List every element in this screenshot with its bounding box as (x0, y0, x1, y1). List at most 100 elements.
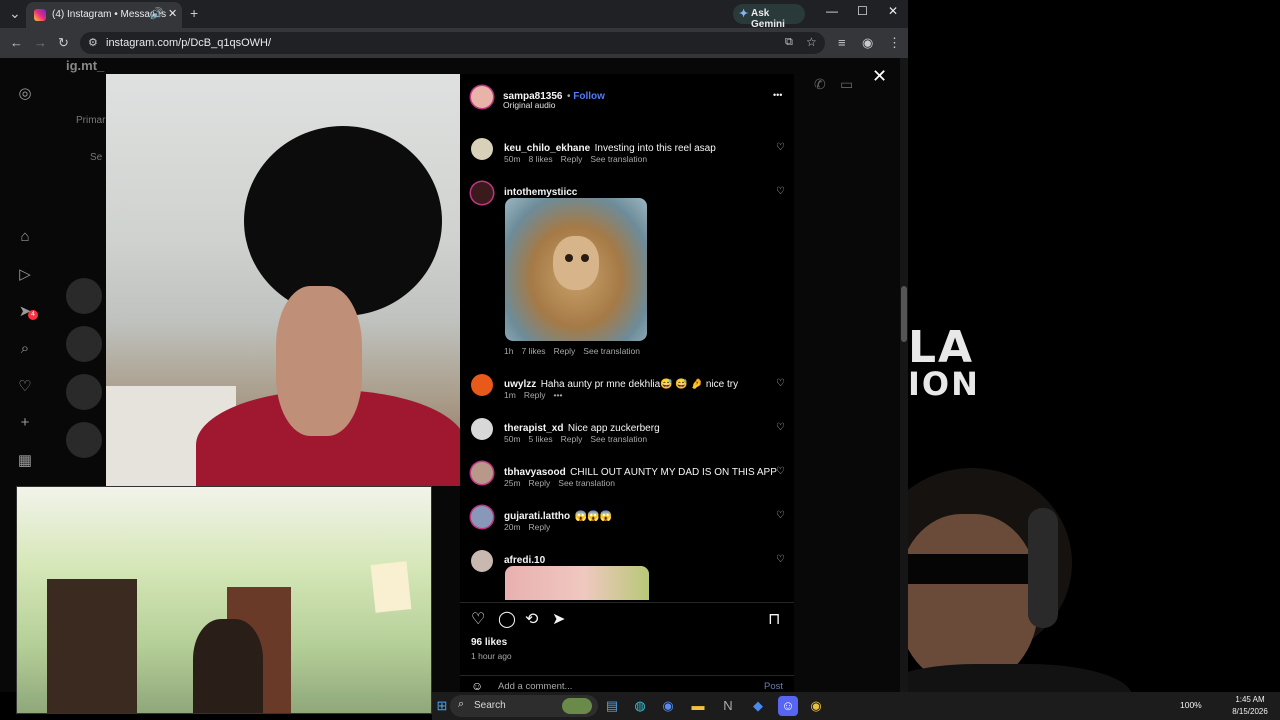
author-avatar[interactable] (471, 86, 493, 108)
ig-username[interactable]: ig.mt_ (66, 58, 104, 73)
dashboard-icon[interactable]: ▦ (15, 451, 35, 469)
instagram-logo-icon[interactable]: ◎ (15, 84, 35, 102)
chrome-icon[interactable]: ◉ (806, 696, 826, 716)
comment-likes[interactable]: 8 likes (529, 154, 553, 164)
add-comment-input[interactable]: Add a comment... (498, 681, 572, 692)
app-icon[interactable]: ◆ (748, 696, 768, 716)
taskbar-search[interactable]: ⌕ Search (450, 695, 598, 717)
comment-bubble-icon[interactable]: ◯ (498, 609, 516, 629)
forward-icon[interactable]: → (34, 35, 47, 50)
modal-close-icon[interactable]: ✕ (872, 66, 887, 87)
minimize-icon[interactable]: — (826, 4, 838, 18)
avatar[interactable] (66, 326, 102, 362)
notion-icon[interactable]: N (718, 696, 738, 716)
see-translation-button[interactable]: See translation (558, 478, 615, 488)
commenter-avatar[interactable] (471, 418, 493, 440)
share-send-icon[interactable]: ➤ (552, 609, 565, 629)
commenter-avatar[interactable] (471, 506, 493, 528)
home-icon[interactable]: ⌂ (15, 228, 35, 245)
tab-audio-icon[interactable]: 🔊 (150, 7, 164, 20)
reply-button[interactable]: Reply (529, 478, 551, 488)
reels-icon[interactable]: ▷ (15, 265, 35, 283)
start-windows-icon[interactable]: ⊞ (432, 696, 452, 716)
comment-like-icon[interactable]: ♡ (776, 422, 785, 433)
url-text[interactable]: instagram.com/p/DcB_q1qsOWH/ (106, 37, 271, 49)
comment-likes[interactable]: 5 likes (529, 434, 553, 444)
comment-username[interactable]: gujarati.lattho (504, 511, 570, 522)
edge-icon[interactable]: ◍ (630, 696, 650, 716)
comment-username[interactable]: keu_chilo_ekhane (504, 143, 590, 154)
scrollbar-thumb[interactable] (901, 286, 907, 342)
like-heart-icon[interactable]: ♡ (471, 609, 485, 629)
battery-level[interactable]: 100% (1180, 700, 1202, 710)
media-control-icon[interactable]: ≡ (838, 35, 846, 50)
comment-like-icon[interactable]: ♡ (776, 186, 785, 197)
comment-options-icon[interactable]: ••• (554, 390, 563, 400)
reply-button[interactable]: Reply (554, 346, 576, 356)
reply-button[interactable]: Reply (524, 390, 546, 400)
emoji-icon[interactable]: ☺ (471, 679, 483, 692)
profile-icon[interactable]: ◉ (862, 35, 873, 51)
comment-like-icon[interactable]: ♡ (776, 554, 785, 565)
commenter-avatar[interactable] (471, 550, 493, 572)
avatar[interactable] (66, 422, 102, 458)
comment-username[interactable]: therapist_xd (504, 423, 563, 434)
discord-icon[interactable]: ☺ (778, 696, 798, 716)
address-bar[interactable]: ⚙ instagram.com/p/DcB_q1qsOWH/ ⧉ ☆ (80, 32, 825, 54)
comment-gif-image[interactable] (505, 566, 649, 600)
monkey-gif-image[interactable] (505, 198, 647, 341)
menu-dots-icon[interactable]: ⋮ (888, 35, 901, 51)
app-icon[interactable]: ◉ (658, 696, 678, 716)
comment-like-icon[interactable]: ♡ (776, 466, 785, 477)
search-icon[interactable]: ⌕ (15, 340, 35, 357)
commenter-avatar[interactable] (471, 374, 493, 396)
tab-instagram[interactable]: (4) Instagram • Messages 🔊 ✕ (26, 2, 182, 28)
new-tab-button[interactable]: + (190, 5, 198, 21)
maximize-icon[interactable]: ☐ (857, 4, 868, 18)
tab-close-icon[interactable]: ✕ (168, 7, 177, 20)
install-app-icon[interactable]: ⧉ (785, 36, 793, 49)
more-options-icon[interactable]: ••• (773, 90, 782, 100)
commenter-avatar[interactable] (471, 462, 493, 484)
reply-button[interactable]: Reply (561, 154, 583, 164)
reply-button[interactable]: Reply (561, 434, 583, 444)
repost-icon[interactable]: ⟲ (525, 609, 538, 629)
likes-count[interactable]: 96 likes (471, 637, 507, 648)
avatar[interactable] (66, 278, 102, 314)
follow-button[interactable]: Follow (573, 91, 605, 102)
file-explorer-icon[interactable]: ▬ (688, 696, 708, 716)
comment-likes[interactable]: 7 likes (521, 346, 545, 356)
see-translation-button[interactable]: See translation (583, 346, 640, 356)
reply-button[interactable]: Reply (529, 522, 551, 532)
system-clock[interactable]: 1:45 AM 8/15/2026 (1222, 694, 1278, 718)
page-scrollbar[interactable] (900, 58, 908, 692)
post-comment-button[interactable]: Post (764, 681, 783, 692)
back-icon[interactable]: ← (10, 35, 23, 50)
search-input[interactable]: Se (90, 152, 102, 163)
see-translation-button[interactable]: See translation (590, 154, 647, 164)
comment-username[interactable]: tbhavyasood (504, 467, 566, 478)
reload-icon[interactable]: ↻ (58, 35, 69, 51)
comment-username[interactable]: intothemystiicc (504, 187, 577, 198)
comment-username[interactable]: uwylzz (504, 379, 536, 390)
see-translation-button[interactable]: See translation (590, 434, 647, 444)
reel-video[interactable] (106, 74, 460, 486)
audio-label[interactable]: Original audio (503, 100, 555, 110)
tab-search-icon[interactable]: ⌄ (9, 5, 21, 22)
notifications-heart-icon[interactable]: ♡ (15, 377, 35, 395)
store-icon[interactable]: ▤ (602, 696, 622, 716)
save-bookmark-icon[interactable]: ⊓ (768, 609, 780, 629)
create-plus-icon[interactable]: + (15, 414, 35, 431)
comment-like-icon[interactable]: ♡ (776, 378, 785, 389)
video-call-icon[interactable]: ▭ (840, 76, 853, 93)
tab-primary[interactable]: Primar (76, 115, 105, 126)
site-info-icon[interactable]: ⚙ (88, 36, 98, 49)
bookmark-star-icon[interactable]: ☆ (806, 35, 817, 49)
comment-username[interactable]: afredi.10 (504, 555, 545, 566)
comment-like-icon[interactable]: ♡ (776, 510, 785, 521)
avatar[interactable] (66, 374, 102, 410)
commenter-avatar[interactable] (471, 138, 493, 160)
call-icon[interactable]: ✆ (814, 76, 826, 93)
ask-gemini-button[interactable]: ✦ Ask Gemini (733, 4, 805, 30)
window-close-icon[interactable]: ✕ (888, 4, 898, 18)
